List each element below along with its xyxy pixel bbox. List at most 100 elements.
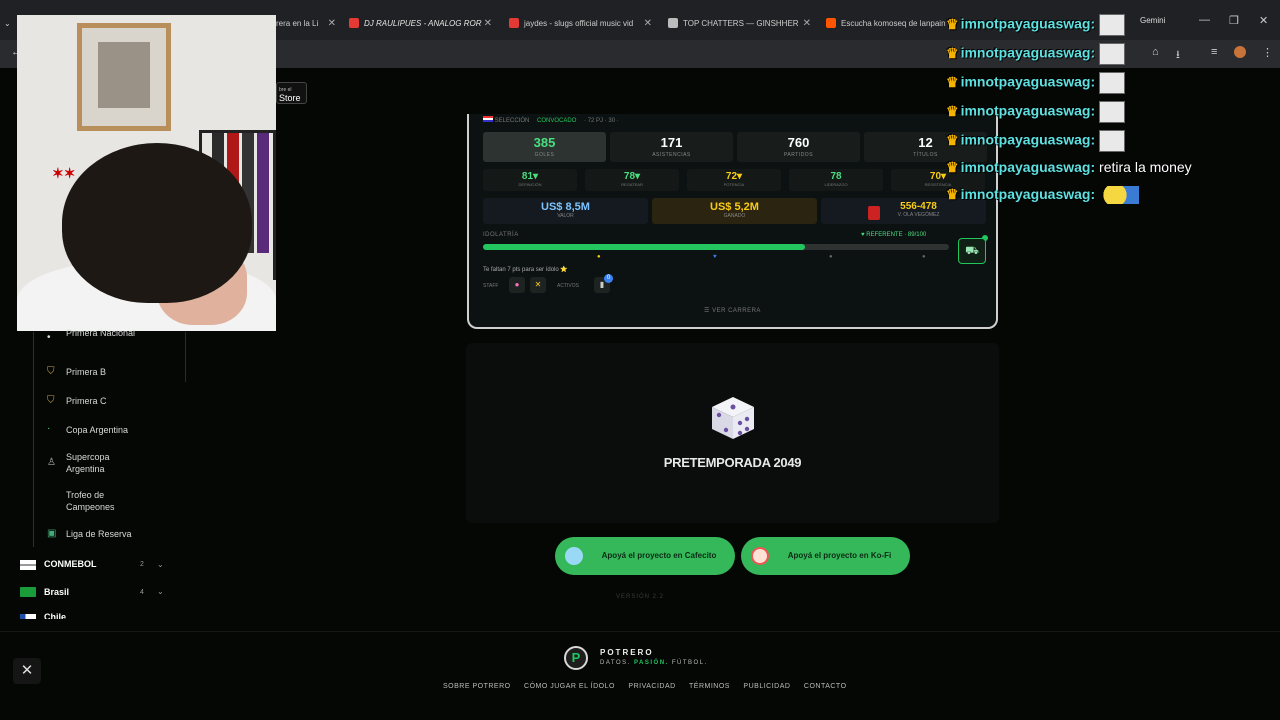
value-box: US$ 8,5M VALOR <box>483 198 648 224</box>
tab-4[interactable]: Escucha komoseq de lanpain <box>826 12 946 34</box>
idolatry-status: ♥ REFERENTE · 89/100 <box>861 232 927 238</box>
sidebar-item-primera-nacional[interactable]: Primera Nacional <box>66 327 135 339</box>
close-icon[interactable]: ✕ <box>328 18 336 29</box>
idolatry-progress-bar <box>483 244 949 250</box>
preseason-title: PRETEMPORADA 2049 <box>663 455 802 470</box>
preseason-panel: PRETEMPORADA 2049 <box>466 343 999 523</box>
crown-icon: ♛ <box>946 102 959 119</box>
close-icon[interactable]: ✕ <box>484 18 492 29</box>
minimize-icon[interactable]: — <box>1199 14 1210 26</box>
boot-icon[interactable]: ✕ <box>530 277 546 293</box>
kofi-button[interactable]: Apoyá el proyecto en Ko-Fi <box>741 537 910 575</box>
emote-icon <box>1099 101 1126 123</box>
idol-hint: Te faltan 7 pts para ser ídolo ⭐ <box>483 267 568 273</box>
tab-2[interactable]: jaydes - slugs official music vid ✕ <box>509 12 652 34</box>
menu-icon[interactable]: ⋮ <box>1262 46 1273 59</box>
chat-line: ♛ imnotpayaguaswag: <box>946 101 1126 123</box>
close-icon[interactable]: ✕ <box>644 18 652 29</box>
soundcloud-icon <box>826 18 836 28</box>
tab-1[interactable]: DJ RAULIPUES - ANALOG ROR ✕ <box>349 12 492 34</box>
emote-icon <box>1099 14 1126 36</box>
minion-emote-icon <box>1099 186 1140 205</box>
youtube-icon <box>509 18 519 28</box>
person-hair <box>62 143 252 303</box>
brain-icon[interactable]: ● <box>509 277 525 293</box>
emote-icon <box>1099 72 1126 94</box>
dot-icon: • <box>47 332 51 343</box>
version-label: VERSIÓN 2.2 <box>615 594 664 600</box>
profile-avatar[interactable] <box>1234 46 1246 58</box>
active-count-badge: 0 <box>604 274 613 283</box>
webcam-overlay: ✶✶ <box>17 15 276 331</box>
window-close-icon[interactable]: ✕ <box>1259 14 1268 27</box>
footer-tagline: DATOS. PASIÓN. FÚTBOL. <box>600 660 708 666</box>
stat-partidos: 760 PARTIDOS <box>737 132 860 162</box>
dice-icon[interactable] <box>710 395 756 441</box>
sidebar-item-supercopa[interactable]: Supercopa Argentina <box>66 451 136 475</box>
wall-doodle: ✶✶ <box>52 165 76 181</box>
extensions-icon[interactable]: ⌂ <box>1152 46 1159 58</box>
footer-link-privacidad[interactable]: PRIVACIDAD <box>628 683 675 690</box>
potrero-logo: P <box>564 646 588 670</box>
milestone-heart-icon: ♥ <box>713 254 717 260</box>
sidebar-item-liga-reserva[interactable]: Liga de Reserva <box>66 528 132 540</box>
wall-picture <box>77 23 171 131</box>
chevron-down-icon[interactable]: ⌄ <box>157 560 164 569</box>
attr-definicion: 81▾ DEFINICIÓN <box>483 169 577 191</box>
view-career-link[interactable]: ☰ VER CARRERA <box>469 307 996 314</box>
crown-icon: ♛ <box>946 159 959 175</box>
footer-link-como-jugar[interactable]: CÓMO JUGAR EL ÍDOLO <box>524 683 615 690</box>
kofi-cup-icon <box>751 547 769 565</box>
sidebar-item-primera-b[interactable]: Primera B <box>66 366 106 378</box>
chat-line: ♛ imnotpayaguaswag: <box>946 130 1126 152</box>
chat-line: ♛ imnotpayaguaswag: <box>946 72 1126 94</box>
tab-0[interactable]: rera en la Li ✕ <box>276 12 336 34</box>
download-icon[interactable]: ⭳ <box>1176 46 1180 65</box>
footer-link-publicidad[interactable]: PUBLICIDAD <box>743 683 790 690</box>
sidebar-item-trofeo[interactable]: Trofeo de Campeones <box>66 489 136 513</box>
store-chip[interactable]: bre el Store <box>276 82 307 104</box>
cart-icon: ⛟ <box>965 245 979 257</box>
selection-row: SELECCIÓN CONVOCADO · 72 PJ · 30 · <box>483 116 619 124</box>
close-icon[interactable]: ✕ <box>803 18 811 29</box>
shield-icon: ⛉ <box>47 366 55 377</box>
sidebar-item-primera-c[interactable]: Primera C <box>66 395 107 407</box>
shop-cart-button[interactable]: ⛟ <box>958 238 986 264</box>
sidebar-group-conmebol[interactable]: CONMEBOL <box>44 559 97 569</box>
close-button[interactable]: ✕ <box>13 658 41 684</box>
page-icon <box>668 18 678 28</box>
stat-asistencias: 171 ASISTENCIAS <box>610 132 733 162</box>
trophy-icon: ♙ <box>47 457 56 468</box>
chat-message: retira la money <box>1099 159 1192 175</box>
media-icon[interactable]: ≡ <box>1211 46 1217 58</box>
club-crest-icon <box>868 206 880 220</box>
tab-list-button[interactable]: ⌄ <box>4 12 18 34</box>
sidebar-item-copa-argentina[interactable]: Copa Argentina <box>66 424 128 436</box>
shield-icon: ⛉ <box>47 395 55 406</box>
chile-flag-icon <box>20 614 36 619</box>
chat-line: ♛ imnotpayaguaswag: <box>946 43 1126 65</box>
attr-regatear: 78▾ REGATEAR <box>585 169 679 191</box>
crown-icon: ♛ <box>946 131 959 148</box>
cup-icon: · <box>47 423 51 434</box>
footer-link-contacto[interactable]: CONTACTO <box>804 683 847 690</box>
footer-link-sobre[interactable]: SOBRE POTRERO <box>443 683 511 690</box>
chevron-down-icon: ⌄ <box>4 18 11 28</box>
emote-icon <box>1099 130 1126 152</box>
gemini-button[interactable]: Gemini <box>1140 16 1165 25</box>
attr-liderazgo: 78 LIDERAZGO <box>789 169 883 191</box>
staff-label: STAFF <box>483 283 499 289</box>
activos-label: ACTIVOS <box>557 283 579 289</box>
idolatry-progress-fill <box>483 244 805 250</box>
youtube-icon <box>349 18 359 28</box>
sidebar-group-chile[interactable]: Chile <box>44 612 66 619</box>
tab-3[interactable]: TOP CHATTERS — GINSHHER ✕ <box>668 12 811 34</box>
cafecito-button[interactable]: Apoyá el proyecto en Cafecito <box>555 537 735 575</box>
milestone-star-icon: ● <box>597 254 601 260</box>
idolatry-label: IDOLATRÍA <box>483 232 519 238</box>
crown-icon: ♛ <box>946 15 959 32</box>
restore-icon[interactable]: ❐ <box>1229 14 1239 27</box>
conmebol-logo <box>20 560 36 570</box>
footer-link-terminos[interactable]: TÉRMINOS <box>689 683 730 690</box>
stat-goles: 385 GOLES <box>483 132 606 162</box>
